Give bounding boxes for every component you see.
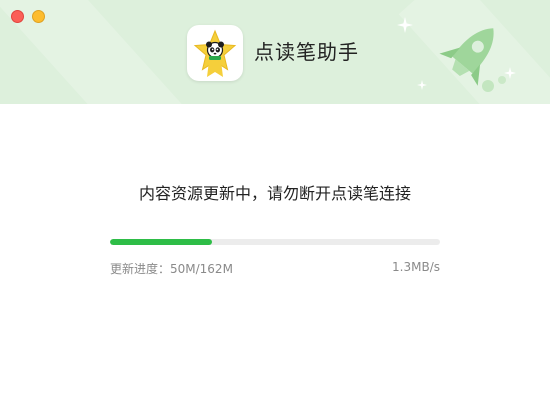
banner-stripe: [0, 0, 202, 104]
download-speed: 1.3MB/s: [392, 260, 440, 274]
sparkle-icon: [397, 17, 413, 33]
progress-label: 更新进度：50M/162M: [110, 262, 233, 276]
app-icon: [187, 25, 243, 81]
app-title: 点读笔助手: [254, 40, 359, 64]
progress-fill: [110, 239, 213, 245]
rocket-icon: [439, 28, 506, 92]
header-banner: 点读笔助手: [0, 0, 550, 104]
close-button[interactable]: [11, 10, 24, 23]
sparkle-icon: [417, 80, 427, 90]
progress-bar: [110, 239, 440, 245]
sparkle-icon: [504, 67, 516, 79]
panda-star-icon: [193, 29, 237, 77]
status-message: 内容资源更新中，请勿断开点读笔连接: [138, 184, 411, 203]
minimize-button[interactable]: [32, 10, 45, 23]
